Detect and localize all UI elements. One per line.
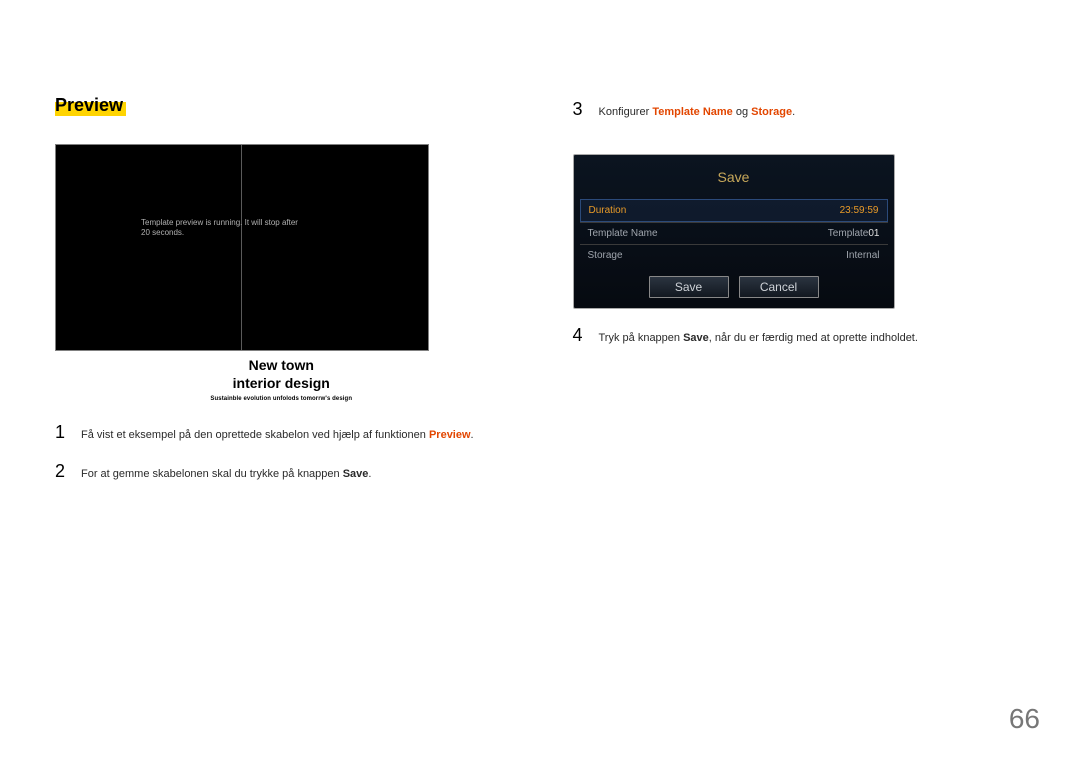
step-text: Tryk på knappen Save, når du er færdig m… (599, 331, 918, 346)
cancel-button[interactable]: Cancel (739, 276, 819, 298)
dialog-row-template-name[interactable]: Template Name Template01 (580, 222, 888, 244)
two-column-layout: Preview Template preview is running. It … (55, 95, 1025, 498)
step-text: For at gemme skabelonen skal du trykke p… (81, 467, 371, 482)
step1-text-b: . (471, 429, 474, 441)
caption-line2: interior design (55, 375, 508, 393)
save-dialog: Save Duration 23:59:59 Template Name Tem… (573, 154, 895, 309)
step-text: Få vist et eksempel på den oprettede ska… (81, 428, 474, 443)
left-steps: 1 Få vist et eksempel på den oprettede s… (55, 420, 508, 484)
step2-text-b: . (368, 468, 371, 480)
step2-highlight: Save (343, 468, 369, 480)
step-3: 3 Konfigurer Template Name og Storage. (573, 97, 1026, 122)
step4-text-b: , når du er færdig med at oprette indhol… (709, 332, 918, 344)
dialog-row-duration[interactable]: Duration 23:59:59 (580, 199, 888, 222)
document-page: Preview Template preview is running. It … (0, 0, 1080, 763)
step3-text-a: Konfigurer (599, 106, 653, 118)
row-label: Storage (588, 250, 623, 261)
step-number: 1 (55, 420, 69, 445)
preview-left-pane (56, 145, 242, 350)
template-caption: New town interior design Sustainble evol… (55, 357, 508, 402)
step3-text-b: . (792, 106, 795, 118)
section-title: Preview (55, 95, 123, 115)
save-button[interactable]: Save (649, 276, 729, 298)
dialog-buttons: Save Cancel (574, 266, 894, 308)
step3-hl1: Template Name (652, 106, 733, 118)
step-number: 2 (55, 459, 69, 484)
step4-highlight: Save (683, 332, 709, 344)
step-number: 4 (573, 323, 587, 348)
right-steps-bottom: 4 Tryk på knappen Save, når du er færdig… (573, 323, 1026, 348)
step-4: 4 Tryk på knappen Save, når du er færdig… (573, 323, 1026, 348)
template-name-number: 01 (868, 228, 879, 239)
dialog-row-storage[interactable]: Storage Internal (580, 244, 888, 266)
row-value: 23:59:59 (840, 205, 879, 216)
preview-msg-line1: Template preview is running. It will sto… (141, 218, 298, 228)
caption-line1: New town (55, 357, 508, 375)
page-number: 66 (1009, 703, 1040, 735)
row-label: Template Name (588, 228, 658, 239)
dialog-body: Duration 23:59:59 Template Name Template… (574, 199, 894, 266)
left-column: Preview Template preview is running. It … (55, 95, 508, 498)
step2-text-a: For at gemme skabelonen skal du trykke p… (81, 468, 343, 480)
step3-mid: og (733, 106, 751, 118)
step-2: 2 For at gemme skabelonen skal du trykke… (55, 459, 508, 484)
step1-text-a: Få vist et eksempel på den oprettede ska… (81, 429, 429, 441)
step-1: 1 Få vist et eksempel på den oprettede s… (55, 420, 508, 445)
right-steps-top: 3 Konfigurer Template Name og Storage. (573, 97, 1026, 122)
section-heading: Preview (55, 95, 508, 116)
step-text: Konfigurer Template Name og Storage. (599, 105, 796, 120)
preview-msg-line2: 20 seconds. (141, 228, 298, 238)
step1-highlight: Preview (429, 429, 471, 441)
step4-text-a: Tryk på knappen (599, 332, 684, 344)
step-number: 3 (573, 97, 587, 122)
caption-line3: Sustainble evolution unfolods tomorrw's … (55, 396, 508, 402)
step3-hl2: Storage (751, 106, 792, 118)
template-name-prefix: Template (828, 228, 869, 239)
row-value: Template01 (828, 228, 880, 239)
preview-running-message: Template preview is running. It will sto… (141, 218, 298, 239)
row-label: Duration (589, 205, 627, 216)
right-column: 3 Konfigurer Template Name og Storage. S… (573, 95, 1026, 498)
row-value: Internal (846, 250, 879, 261)
dialog-title: Save (574, 155, 894, 199)
template-preview: Template preview is running. It will sto… (55, 144, 429, 351)
